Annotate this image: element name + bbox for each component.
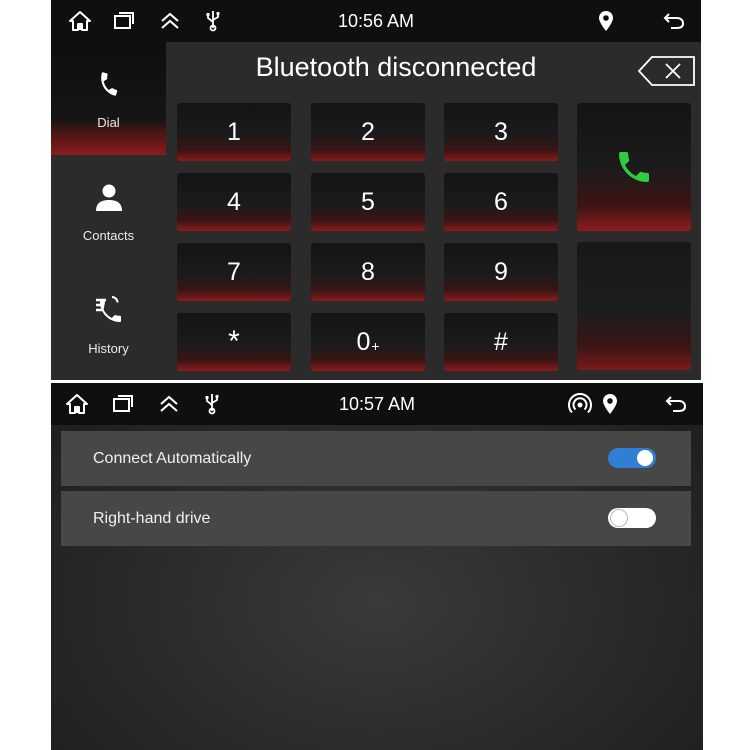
key-label: 5	[361, 187, 375, 216]
key-2[interactable]: 2	[311, 103, 425, 161]
toggle-knob	[637, 450, 653, 466]
key-4[interactable]: 4	[177, 173, 291, 231]
key-star[interactable]: *	[177, 313, 291, 371]
key-9[interactable]: 9	[444, 243, 558, 301]
setting-connect-automatically[interactable]: Connect Automatically	[61, 431, 691, 486]
key-7[interactable]: 7	[177, 243, 291, 301]
key-label: 6	[494, 187, 508, 216]
toggle-knob	[610, 509, 628, 527]
key-hash[interactable]: #	[444, 313, 558, 371]
key-8[interactable]: 8	[311, 243, 425, 301]
setting-right-hand-drive[interactable]: Right-hand drive	[61, 491, 691, 546]
status-bar: 10:57 AM	[51, 383, 703, 425]
key-label: 3	[494, 117, 508, 146]
end-call-button[interactable]	[577, 242, 691, 370]
key-label: 2	[361, 117, 375, 146]
nav-contacts[interactable]: Contacts	[51, 155, 166, 268]
setting-label: Right-hand drive	[93, 510, 211, 527]
nav-label-history: History	[88, 341, 129, 356]
location-pin-icon	[589, 0, 623, 42]
key-1[interactable]: 1	[177, 103, 291, 161]
dialer-screen: 10:56 AM Dial Contacts History Bluetooth…	[51, 0, 701, 380]
connect-automatically-toggle[interactable]	[608, 448, 656, 468]
nav-label-contacts: Contacts	[82, 228, 135, 243]
green-phone-icon	[619, 152, 649, 182]
key-label: 7	[227, 257, 241, 286]
nav-history[interactable]: History	[51, 268, 166, 380]
nav-dial[interactable]: Dial	[51, 42, 166, 155]
status-bar: 10:56 AM	[51, 0, 701, 42]
key-label: 8	[361, 257, 375, 286]
person-icon	[51, 177, 166, 217]
key-3[interactable]: 3	[444, 103, 558, 161]
key-label: *	[228, 325, 240, 358]
key-label: 1	[227, 117, 241, 146]
back-icon[interactable]	[657, 0, 691, 42]
key-0[interactable]: 0 +	[311, 313, 425, 371]
setting-label: Connect Automatically	[93, 450, 252, 467]
key-label: #	[494, 327, 508, 356]
call-history-icon	[51, 290, 166, 330]
call-button[interactable]	[577, 103, 691, 231]
settings-screen: 10:57 AM Connect Automatically Right-han…	[51, 383, 703, 750]
key-5[interactable]: 5	[311, 173, 425, 231]
backspace-icon[interactable]	[637, 56, 696, 86]
key-label: 9	[494, 257, 508, 286]
dialer-nav: Dial Contacts History	[51, 42, 166, 380]
right-hand-drive-toggle[interactable]	[608, 508, 656, 528]
phone-icon	[51, 64, 166, 104]
location-pin-icon	[593, 383, 627, 425]
key-sub-label: +	[371, 338, 380, 354]
key-label: 0	[356, 327, 371, 356]
back-icon[interactable]	[659, 383, 693, 425]
hotspot-icon	[563, 383, 597, 425]
page-title: Bluetooth disconnected	[255, 52, 537, 82]
key-label: 4	[227, 187, 241, 216]
nav-label-dial: Dial	[97, 115, 120, 130]
key-6[interactable]: 6	[444, 173, 558, 231]
